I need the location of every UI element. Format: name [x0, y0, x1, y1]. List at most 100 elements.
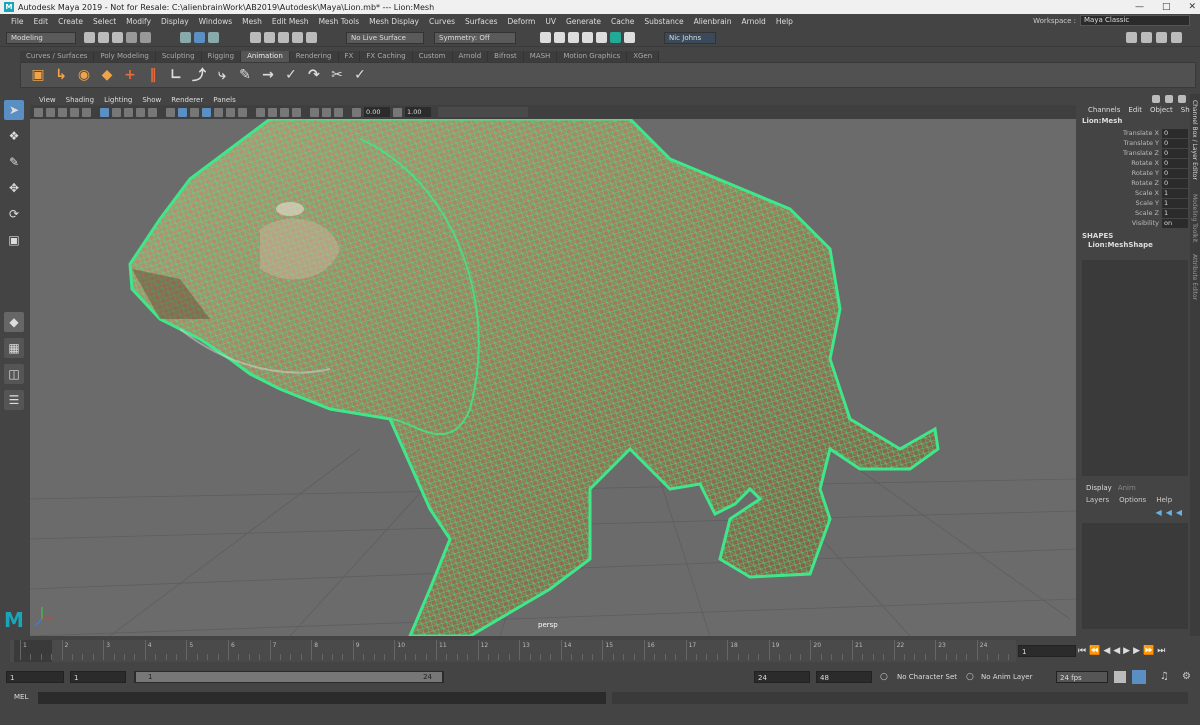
lion-mesh[interactable] [128, 119, 940, 636]
isolate-select-icon[interactable] [310, 107, 319, 117]
menu-substance[interactable]: Substance [639, 17, 688, 26]
menu-arnold[interactable]: Arnold [737, 17, 771, 26]
resolution-gate-icon[interactable] [112, 107, 121, 117]
menu-edit[interactable]: Edit [29, 17, 54, 26]
film-gate-icon[interactable] [100, 107, 109, 117]
channel-box-tab-channels[interactable]: Channels [1084, 106, 1124, 114]
channel-row[interactable]: Translate X0 [1080, 128, 1188, 138]
menu-set-dropdown[interactable]: Modeling [6, 32, 76, 44]
new-layer-icon[interactable]: ◀ [1176, 508, 1182, 517]
panel-menu-lighting[interactable]: Lighting [99, 96, 137, 104]
channel-row[interactable]: Rotate X0 [1080, 158, 1188, 168]
shelf-tab-sculpting[interactable]: Sculpting [155, 51, 202, 62]
layer-menu-help[interactable]: Help [1156, 496, 1172, 504]
character-set-dropdown[interactable]: No Character Set [894, 671, 966, 683]
step-forward-key-icon[interactable]: ⏩ [1143, 646, 1154, 656]
channel-row[interactable]: Visibility on [1080, 218, 1188, 228]
textured-icon[interactable] [214, 107, 223, 117]
perspective-viewport[interactable]: persp [30, 119, 1076, 636]
side-tab-attribute-editor[interactable]: Attribute Editor [1191, 254, 1198, 300]
menu-display[interactable]: Display [156, 17, 194, 26]
shelf-tab-xgen[interactable]: XGen [627, 51, 660, 62]
layer-tab-display[interactable]: Display [1086, 484, 1112, 492]
render-view-icon[interactable] [596, 32, 607, 43]
menu-cache[interactable]: Cache [606, 17, 639, 26]
channel-box-attributes-icon[interactable] [1178, 95, 1186, 103]
pause-icon[interactable] [624, 32, 635, 43]
animation-end-field[interactable]: 48 [816, 671, 872, 683]
menu-deform[interactable]: Deform [502, 17, 540, 26]
menu-windows[interactable]: Windows [194, 17, 237, 26]
smooth-shade-icon[interactable] [178, 107, 187, 117]
undo-icon[interactable] [126, 32, 137, 43]
scale-tool-icon[interactable]: ▣ [4, 230, 24, 250]
camera-attributes-icon[interactable] [46, 107, 55, 117]
default-material-icon[interactable] [190, 107, 199, 117]
camera-select-icon[interactable] [34, 107, 43, 117]
render-settings-icon[interactable] [568, 32, 579, 43]
shelf-tab-mash[interactable]: MASH [523, 51, 558, 62]
play-forward-icon[interactable]: ▶ [1123, 646, 1130, 656]
channel-row[interactable]: Translate Y0 [1080, 138, 1188, 148]
modeling-toolkit-icon[interactable] [1126, 32, 1137, 43]
render-frame-icon[interactable] [540, 32, 551, 43]
menu-mesh-tools[interactable]: Mesh Tools [314, 17, 365, 26]
range-slider-handle[interactable]: 1 24 [136, 672, 442, 682]
insert-joint-icon[interactable]: ‖ [144, 66, 162, 84]
close-icon[interactable]: ✕ [1188, 2, 1196, 12]
xray-icon[interactable] [322, 107, 331, 117]
shelf-tab-curves-surfaces[interactable]: Curves / Surfaces [20, 51, 95, 62]
menu-mesh-display[interactable]: Mesh Display [364, 17, 424, 26]
preferences-icon[interactable]: ⚙ [1182, 671, 1191, 682]
rotate-tool-icon[interactable]: ⟳ [4, 204, 24, 224]
playback-start-field[interactable]: 1 [70, 671, 126, 683]
shelf-tab-animation[interactable]: Animation [241, 51, 290, 62]
set-key-icon[interactable]: ◆ [98, 66, 116, 84]
channel-box-tab-edit[interactable]: Edit [1124, 106, 1146, 114]
snap-grid-icon[interactable] [250, 32, 261, 43]
layer-move-up-icon[interactable]: ◀ [1156, 508, 1162, 517]
channel-row[interactable]: Rotate Y0 [1080, 168, 1188, 178]
lasso-tool-icon[interactable]: ❖ [4, 126, 24, 146]
layer-tab-anim[interactable]: Anim [1118, 484, 1136, 492]
aim-constraint-icon[interactable]: ✓ [351, 66, 369, 84]
anti-aliasing-icon[interactable] [280, 107, 289, 117]
snap-plane-icon[interactable] [292, 32, 303, 43]
shape-name[interactable]: Lion:MeshShape [1080, 240, 1190, 250]
maximize-icon[interactable]: □ [1162, 2, 1171, 12]
move-tool-icon[interactable]: ✥ [4, 178, 24, 198]
paint-weights-icon[interactable]: ✎ [236, 66, 254, 84]
menu-modify[interactable]: Modify [121, 17, 156, 26]
point-constraint-icon[interactable]: ✓ [282, 66, 300, 84]
select-component-icon[interactable] [208, 32, 219, 43]
snap-point-icon[interactable] [278, 32, 289, 43]
save-scene-icon[interactable] [112, 32, 123, 43]
layer-move-down-icon[interactable]: ◀ [1166, 508, 1172, 517]
select-hierarchy-icon[interactable] [180, 32, 191, 43]
panel-menu-panels[interactable]: Panels [208, 96, 241, 104]
layer-menu-options[interactable]: Options [1119, 496, 1146, 504]
user-account-dropdown[interactable]: Nic Johns [664, 32, 716, 44]
bookmarks-icon[interactable] [58, 107, 67, 117]
menu-generate[interactable]: Generate [561, 17, 606, 26]
open-scene-icon[interactable] [98, 32, 109, 43]
select-object-icon[interactable] [194, 32, 205, 43]
live-surface-dropdown[interactable]: No Live Surface [346, 32, 424, 44]
shelf-tab-fx-caching[interactable]: FX Caching [360, 51, 413, 62]
shelf-tab-bifrost[interactable]: Bifrost [488, 51, 524, 62]
exposure-field[interactable]: 0.00 [364, 107, 390, 117]
motion-blur-icon[interactable] [268, 107, 277, 117]
ambient-occlusion-icon[interactable] [256, 107, 265, 117]
single-perspective-layout-icon[interactable]: ◆ [4, 312, 24, 332]
snap-surface-icon[interactable] [306, 32, 317, 43]
channel-row[interactable]: Translate Z0 [1080, 148, 1188, 158]
menu-file[interactable]: File [6, 17, 29, 26]
shelf-tab-poly-modeling[interactable]: Poly Modeling [94, 51, 156, 62]
create-joint-icon[interactable]: + [121, 66, 139, 84]
shelf-tab-motion-graphics[interactable]: Motion Graphics [557, 51, 628, 62]
parent-constraint-icon[interactable]: → [259, 66, 277, 84]
go-to-start-icon[interactable]: ⏮ [1078, 646, 1086, 656]
shelf-tab-arnold[interactable]: Arnold [452, 51, 489, 62]
menu-select[interactable]: Select [88, 17, 121, 26]
layer-menu-layers[interactable]: Layers [1086, 496, 1109, 504]
